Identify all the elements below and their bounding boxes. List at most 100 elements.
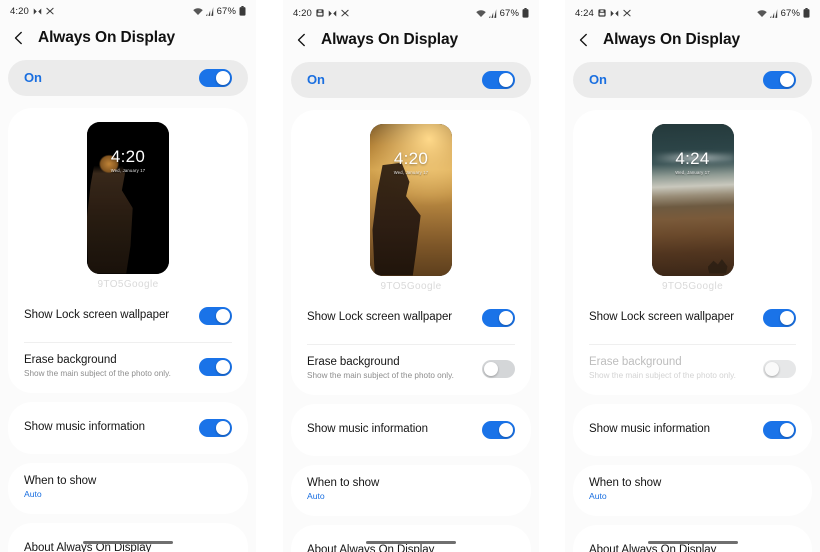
row-title: When to show xyxy=(24,474,97,487)
master-toggle-switch[interactable] xyxy=(199,68,232,87)
back-icon[interactable] xyxy=(577,33,591,47)
row-erase-background[interactable]: Erase background Show the main subject o… xyxy=(307,343,515,395)
title-bar: Always On Display xyxy=(283,24,539,62)
toggle-show-music-information[interactable] xyxy=(199,418,232,437)
toggle-show-lock-screen-wallpaper[interactable] xyxy=(199,306,232,325)
dnd-icon xyxy=(33,7,42,16)
screenshot-icon xyxy=(316,9,324,17)
back-icon[interactable] xyxy=(295,33,309,47)
settings-group-wallpaper: Show Lock screen wallpaper Erase backgro… xyxy=(291,291,531,395)
preview-wallpaper-erased xyxy=(87,121,169,274)
master-toggle-switch[interactable] xyxy=(482,70,515,89)
row-title: Erase background xyxy=(307,356,400,369)
row-about-always-on-display[interactable]: About Always On Display xyxy=(24,523,232,552)
row-show-music-information[interactable]: Show music information xyxy=(307,404,515,456)
row-about-always-on-display[interactable]: About Always On Display xyxy=(307,525,515,552)
phone-panel-1: 4:20 67% Always On Display On 4:20 Wed, … xyxy=(0,0,256,552)
phone-panel-2: 4:20 67% Always On Display On 4:20 Wed, … xyxy=(283,0,539,552)
row-title: When to show xyxy=(589,476,662,489)
row-title: About Always On Display xyxy=(589,543,717,552)
row-subtitle: Auto xyxy=(307,491,325,502)
screenshot-stage: 4:20 67% Always On Display On 4:20 Wed, … xyxy=(0,0,820,552)
title-bar: Always On Display xyxy=(565,24,820,62)
preview-date: Wed, January 17 xyxy=(393,169,429,175)
row-title: Show Lock screen wallpaper xyxy=(24,308,170,321)
status-time: 4:20 xyxy=(10,5,29,17)
battery-icon xyxy=(239,6,246,16)
toggle-show-lock-screen-wallpaper[interactable] xyxy=(763,308,796,327)
master-toggle-switch[interactable] xyxy=(763,70,796,89)
settings-group-when-to-show: When to show Auto xyxy=(291,464,531,516)
settings-group-when-to-show: When to show Auto xyxy=(8,462,248,514)
row-title: Erase background xyxy=(24,354,117,367)
preview-wallpaper-photo xyxy=(370,123,452,276)
toggle-show-lock-screen-wallpaper[interactable] xyxy=(482,308,515,327)
signal-icon xyxy=(769,8,778,18)
row-title: When to show xyxy=(307,476,380,489)
master-toggle-row[interactable]: On xyxy=(8,59,248,96)
aod-preview-phone: 4:24 Wed, January 17 xyxy=(651,123,734,276)
master-toggle-label: On xyxy=(589,72,607,87)
watermark: 9TO5Google xyxy=(97,278,159,290)
status-bar: 4:20 67% xyxy=(0,0,256,22)
toggle-show-music-information[interactable] xyxy=(763,420,796,439)
preview-wallpaper-photo xyxy=(651,123,734,276)
battery-percent: 67% xyxy=(780,7,800,19)
row-show-lock-screen-wallpaper[interactable]: Show Lock screen wallpaper xyxy=(589,292,796,344)
row-subtitle: Show the main subject of the photo only. xyxy=(24,369,171,379)
status-time: 4:24 xyxy=(575,7,594,19)
battery-icon xyxy=(522,8,529,18)
row-when-to-show[interactable]: When to show Auto xyxy=(307,465,515,516)
status-bar-right: 67% xyxy=(192,5,246,17)
gesture-bar[interactable] xyxy=(0,541,256,544)
aod-preview-card: 4:24 Wed, January 17 9TO5Google xyxy=(573,109,812,292)
master-toggle-row[interactable]: On xyxy=(291,61,531,98)
signal-icon xyxy=(488,8,497,18)
row-about-always-on-display[interactable]: About Always On Display xyxy=(589,525,796,552)
master-toggle-row[interactable]: On xyxy=(573,61,812,98)
row-title: Show music information xyxy=(24,420,145,433)
row-subtitle: Show the main subject of the photo only. xyxy=(589,371,736,381)
settings-group-music: Show music information xyxy=(8,401,248,454)
gesture-bar[interactable] xyxy=(565,541,820,544)
page-title: Always On Display xyxy=(38,29,175,46)
status-bar-left: 4:20 xyxy=(10,6,54,17)
watermark: 9TO5Google xyxy=(380,280,442,292)
back-icon[interactable] xyxy=(12,31,26,45)
phone-panel-3: 4:24 67% Always On Display On 4:24 Wed, … xyxy=(565,0,820,552)
title-bar: Always On Display xyxy=(0,22,256,60)
toggle-show-music-information[interactable] xyxy=(482,420,515,439)
row-show-lock-screen-wallpaper[interactable]: Show Lock screen wallpaper xyxy=(307,292,515,344)
page-title: Always On Display xyxy=(321,31,458,48)
row-show-lock-screen-wallpaper[interactable]: Show Lock screen wallpaper xyxy=(24,290,232,342)
gesture-bar[interactable] xyxy=(283,541,539,544)
row-erase-background[interactable]: Erase background Show the main subject o… xyxy=(24,341,232,393)
row-show-music-information[interactable]: Show music information xyxy=(24,402,232,454)
status-bar: 4:20 67% xyxy=(283,2,539,24)
row-subtitle: Auto xyxy=(24,489,42,500)
toggle-erase-background[interactable] xyxy=(482,359,515,378)
row-when-to-show[interactable]: When to show Auto xyxy=(589,465,796,516)
status-bar-left: 4:24 xyxy=(575,8,631,19)
status-bar: 4:24 67% xyxy=(565,2,820,24)
wifi-icon xyxy=(475,9,486,18)
settings-group-wallpaper: Show Lock screen wallpaper Erase backgro… xyxy=(573,291,812,395)
settings-group-when-to-show: When to show Auto xyxy=(573,464,812,516)
row-show-music-information[interactable]: Show music information xyxy=(589,404,796,456)
signal-icon xyxy=(205,6,214,16)
settings-group-about: About Always On Display xyxy=(291,524,531,552)
row-erase-background: Erase background Show the main subject o… xyxy=(589,343,796,395)
battery-icon xyxy=(803,8,810,18)
status-bar-left: 4:20 xyxy=(293,8,349,19)
page-title: Always On Display xyxy=(603,31,740,48)
aod-preview-phone: 4:20 Wed, January 17 xyxy=(87,121,169,274)
row-title: Show Lock screen wallpaper xyxy=(307,310,453,323)
dnd-icon xyxy=(328,9,337,18)
settings-group-music: Show music information xyxy=(573,403,812,456)
settings-group-music: Show music information xyxy=(291,403,531,456)
row-when-to-show[interactable]: When to show Auto xyxy=(24,463,232,514)
battery-percent: 67% xyxy=(216,5,236,17)
master-toggle-label: On xyxy=(307,72,325,87)
toggle-erase-background[interactable] xyxy=(199,357,232,376)
aod-preview-card: 4:20 Wed, January 17 9TO5Google xyxy=(291,109,531,292)
